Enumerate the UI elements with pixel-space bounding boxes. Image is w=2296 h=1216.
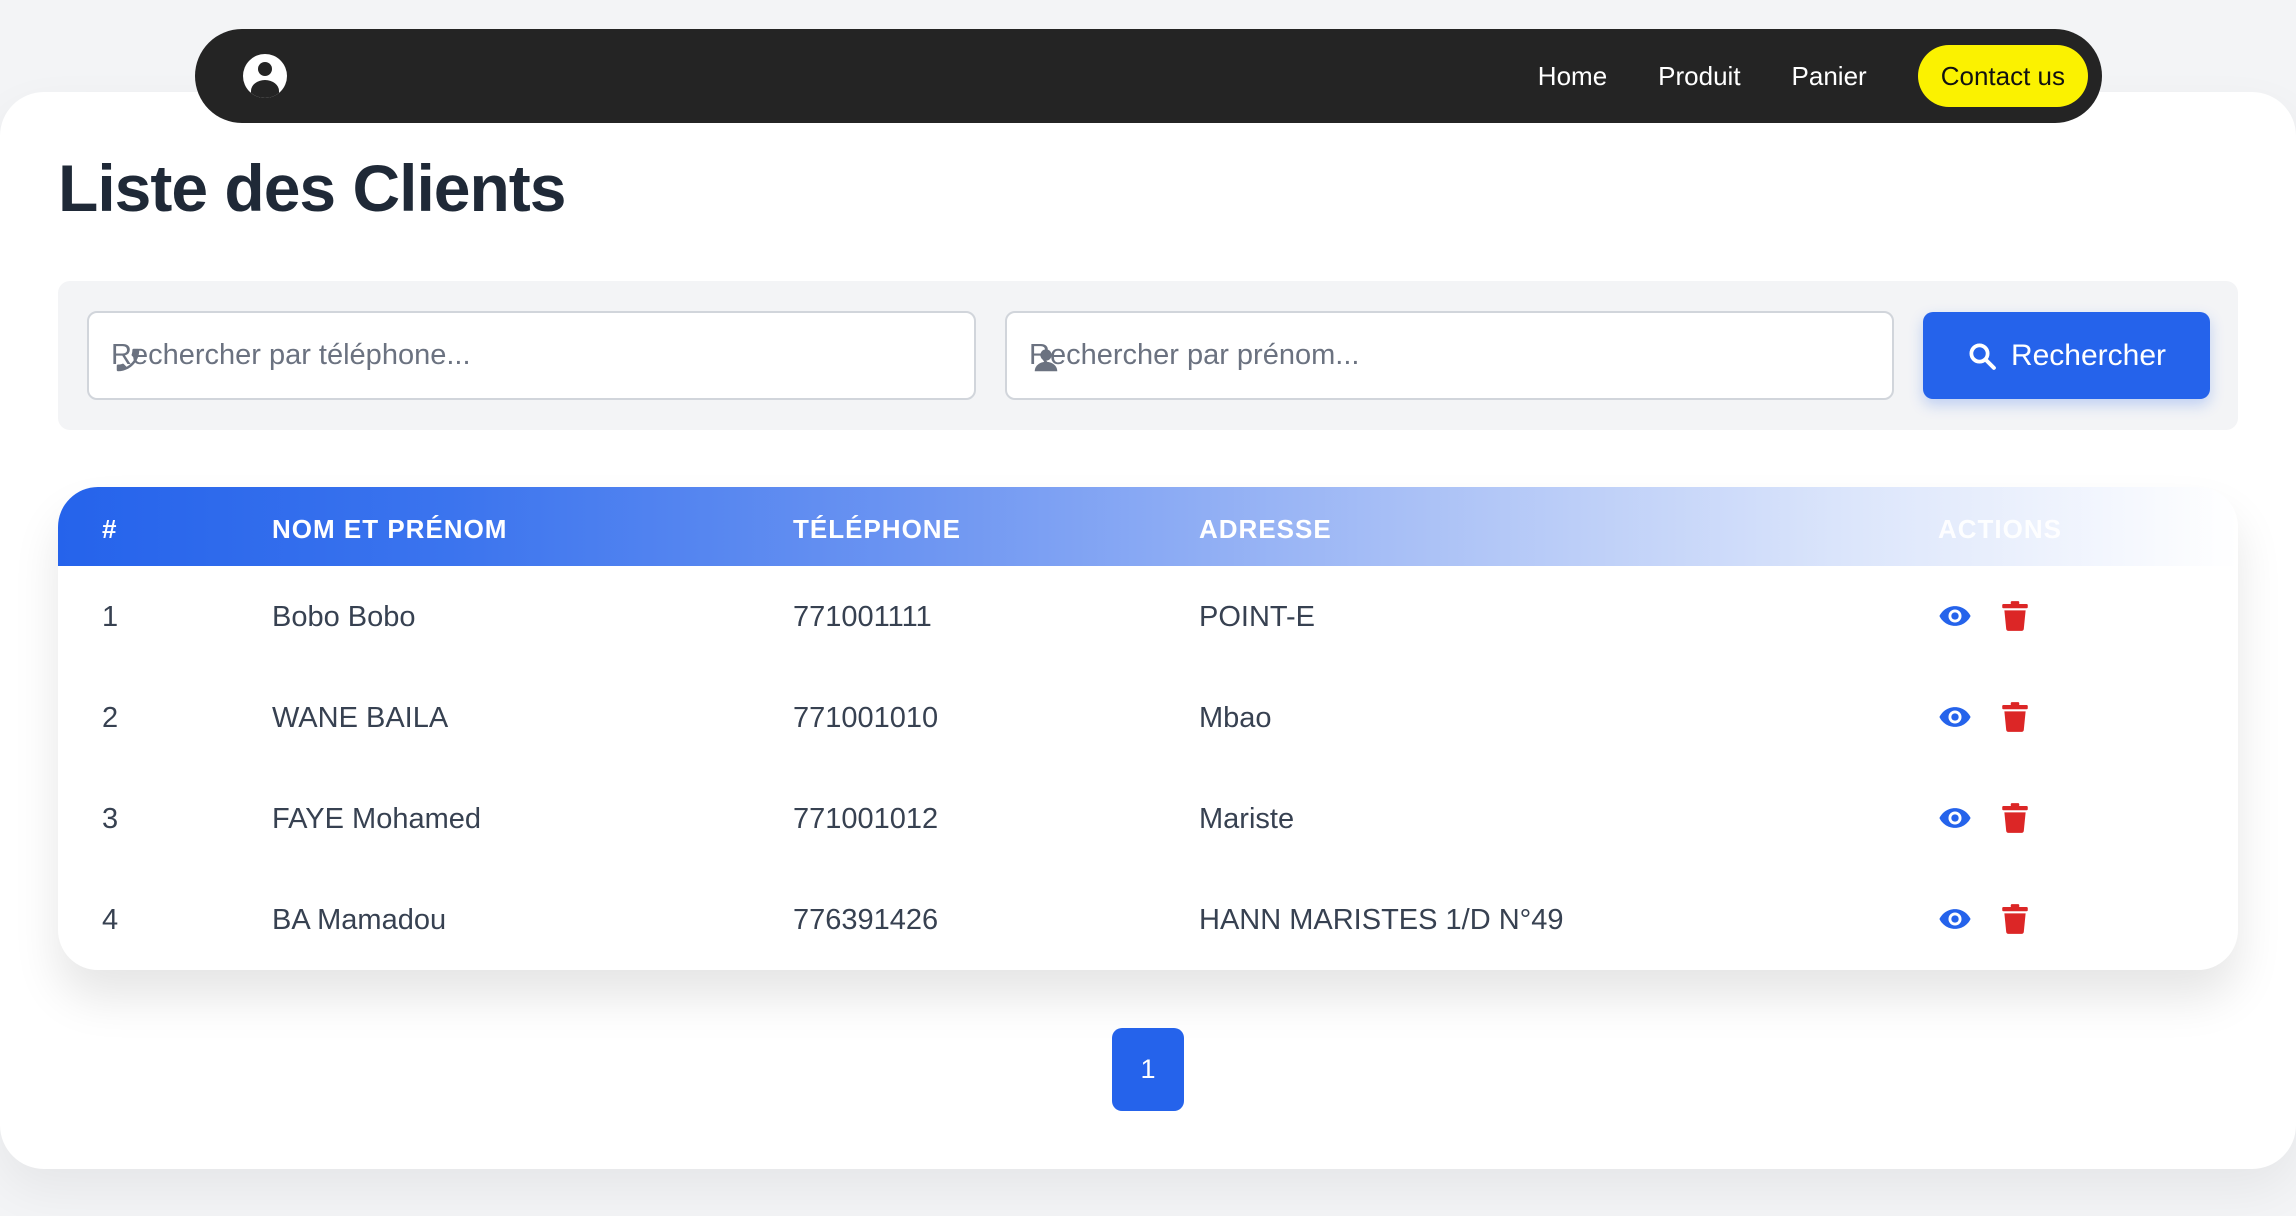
cell-address: Mariste — [1199, 803, 1295, 835]
contact-us-button[interactable]: Contact us — [1917, 45, 2088, 107]
phone-search-field — [87, 311, 976, 400]
cell-address: Mbao — [1199, 702, 1272, 734]
search-panel: Rechercher — [58, 281, 2238, 430]
trash-icon[interactable] — [1998, 599, 2032, 633]
cell-phone: 771001111 — [793, 601, 932, 633]
eye-icon[interactable] — [1938, 801, 1972, 835]
header-actions: ACTIONS — [1938, 514, 2062, 544]
cell-address: POINT-E — [1199, 601, 1316, 633]
user-avatar-icon[interactable] — [243, 54, 287, 98]
header-index: # — [102, 514, 118, 544]
name-search-field — [1005, 311, 1894, 400]
eye-icon[interactable] — [1938, 700, 1972, 734]
cell-phone: 771001012 — [793, 803, 939, 835]
phone-search-input[interactable] — [89, 313, 974, 398]
table-row: 1 Bobo Bobo 771001111 POINT-E — [58, 566, 2238, 667]
navbar: Home Produit Panier Contact us — [195, 29, 2102, 123]
table-row: 3 FAYE Mohamed 771001012 Mariste — [58, 768, 2238, 869]
page-title: Liste des Clients — [58, 151, 566, 225]
trash-icon[interactable] — [1998, 801, 2032, 835]
header-phone: TÉLÉPHONE — [793, 514, 961, 544]
pagination-page-button[interactable]: 1 — [1112, 1028, 1184, 1111]
cell-name: BA Mamadou — [272, 904, 447, 936]
cell-name: Bobo Bobo — [272, 601, 416, 633]
cell-address: HANN MARISTES 1/D N°49 — [1199, 904, 1564, 936]
search-button[interactable]: Rechercher — [1923, 312, 2210, 399]
table-row: 2 WANE BAILA 771001010 Mbao — [58, 667, 2238, 768]
name-search-input[interactable] — [1007, 313, 1892, 398]
cell-index: 1 — [102, 601, 119, 633]
table-row: 4 BA Mamadou 776391426 HANN MARISTES 1/D… — [58, 869, 2238, 970]
eye-icon[interactable] — [1938, 902, 1972, 936]
cell-index: 4 — [102, 904, 119, 936]
nav-link-panier[interactable]: Panier — [1792, 61, 1867, 92]
table-header: # NOM ET PRÉNOM TÉLÉPHONE ADRESSE ACTION… — [58, 487, 2238, 566]
cell-name: FAYE Mohamed — [272, 803, 482, 835]
cell-name: WANE BAILA — [272, 702, 449, 734]
header-address: ADRESSE — [1199, 514, 1332, 544]
trash-icon[interactable] — [1998, 902, 2032, 936]
cell-index: 3 — [102, 803, 119, 835]
search-icon — [1969, 343, 1996, 370]
nav-link-produit[interactable]: Produit — [1658, 61, 1740, 92]
clients-table: # NOM ET PRÉNOM TÉLÉPHONE ADRESSE ACTION… — [58, 487, 2238, 970]
search-button-label: Rechercher — [2010, 338, 2167, 372]
nav-links: Home Produit Panier Contact us — [1538, 45, 2088, 107]
eye-icon[interactable] — [1938, 599, 1972, 633]
cell-phone: 776391426 — [793, 904, 939, 936]
cell-index: 2 — [102, 702, 119, 734]
header-name: NOM ET PRÉNOM — [272, 514, 508, 544]
trash-icon[interactable] — [1998, 700, 2032, 734]
nav-link-home[interactable]: Home — [1538, 61, 1607, 92]
cell-phone: 771001010 — [793, 702, 939, 734]
